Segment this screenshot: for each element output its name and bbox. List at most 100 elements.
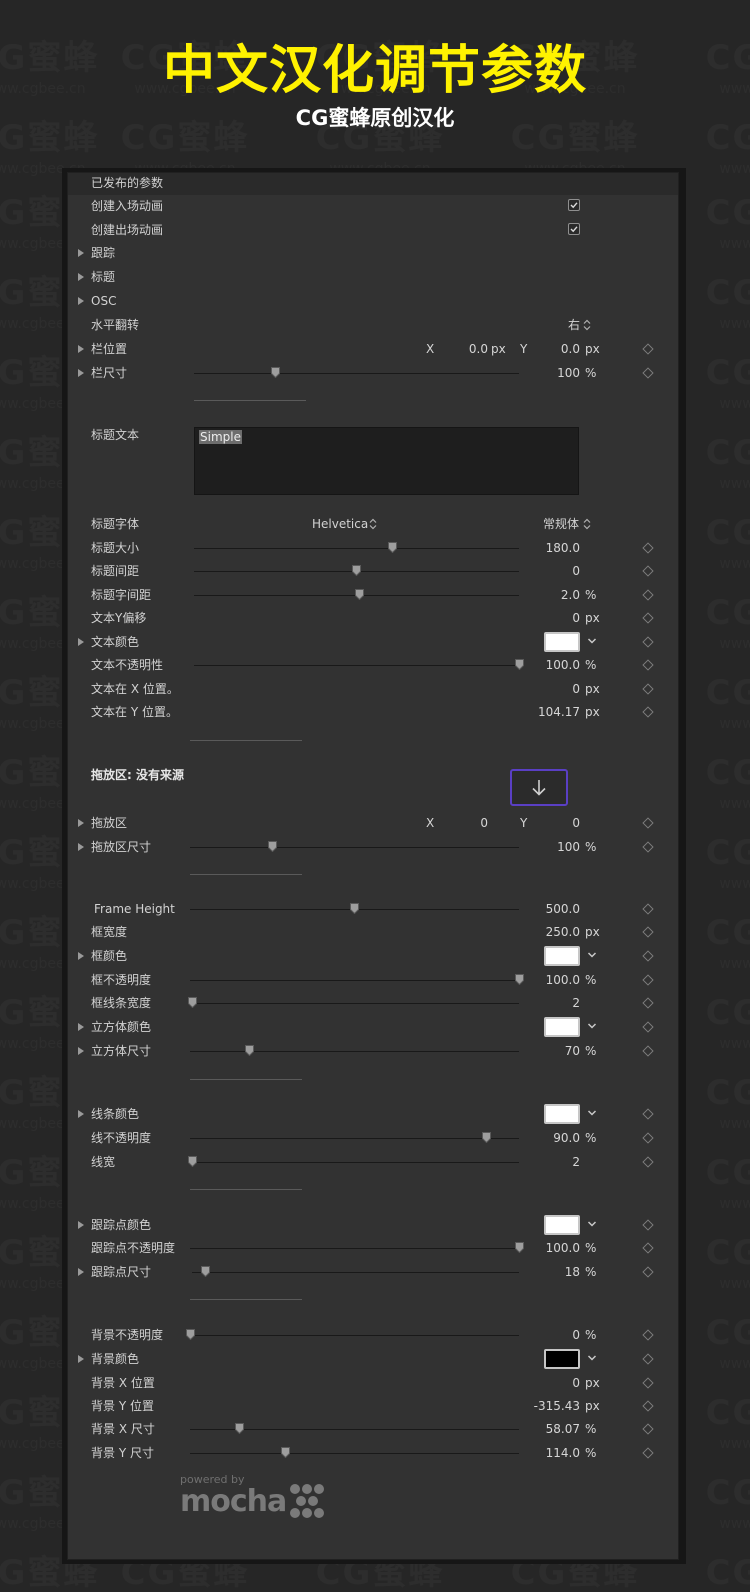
title-font-family-select[interactable]: Helvetica bbox=[312, 517, 368, 531]
frame-line-width-value[interactable]: 2 bbox=[528, 996, 580, 1010]
disclosure-triangle-icon[interactable] bbox=[78, 1110, 84, 1118]
line-width-value[interactable]: 2 bbox=[528, 1155, 580, 1169]
title-font-style-select[interactable]: 常规体 bbox=[543, 517, 579, 531]
updown-arrows-icon[interactable] bbox=[583, 319, 591, 331]
keyframe-diamond-icon[interactable] bbox=[642, 636, 654, 648]
title-text-value[interactable]: Simple bbox=[199, 430, 242, 444]
chevron-down-icon[interactable] bbox=[587, 1354, 597, 1362]
frame-opacity-slider-thumb[interactable] bbox=[514, 974, 524, 985]
disclosure-triangle-icon[interactable] bbox=[78, 1221, 84, 1229]
keyframe-diamond-icon[interactable] bbox=[642, 1045, 654, 1057]
create-out-anim-checkbox[interactable] bbox=[568, 223, 580, 235]
bg-x-size-slider-thumb[interactable] bbox=[234, 1423, 244, 1434]
keyframe-diamond-icon[interactable] bbox=[642, 565, 654, 577]
keyframe-diamond-icon[interactable] bbox=[642, 343, 654, 355]
text-opacity-value[interactable]: 100.0 bbox=[528, 658, 580, 672]
keyframe-diamond-icon[interactable] bbox=[642, 659, 654, 671]
keyframe-diamond-icon[interactable] bbox=[642, 1329, 654, 1341]
updown-arrows-icon[interactable] bbox=[583, 518, 591, 530]
keyframe-diamond-icon[interactable] bbox=[642, 1219, 654, 1231]
keyframe-diamond-icon[interactable] bbox=[642, 974, 654, 986]
bg-x-pos-value[interactable]: 0 bbox=[528, 1376, 580, 1390]
cube-size-value[interactable]: 70 bbox=[528, 1044, 580, 1058]
text-color-swatch[interactable] bbox=[544, 632, 580, 652]
title-size-value[interactable]: 180.0 bbox=[528, 541, 580, 555]
bg-y-pos-value[interactable]: -315.43 bbox=[518, 1399, 580, 1413]
keyframe-diamond-icon[interactable] bbox=[642, 841, 654, 853]
keyframe-diamond-icon[interactable] bbox=[642, 997, 654, 1009]
keyframe-diamond-icon[interactable] bbox=[642, 1423, 654, 1435]
frame-line-width-slider-track[interactable] bbox=[192, 1003, 519, 1004]
keyframe-diamond-icon[interactable] bbox=[642, 1353, 654, 1365]
disclosure-triangle-icon[interactable] bbox=[78, 1047, 84, 1055]
disclosure-triangle-icon[interactable] bbox=[78, 843, 84, 851]
updown-arrows-icon[interactable] bbox=[369, 518, 377, 530]
keyframe-diamond-icon[interactable] bbox=[642, 1447, 654, 1459]
keyframe-diamond-icon[interactable] bbox=[642, 1156, 654, 1168]
disclosure-triangle-icon[interactable] bbox=[78, 1355, 84, 1363]
track-point-size-slider-thumb[interactable] bbox=[200, 1266, 210, 1277]
frame-line-width-slider-thumb[interactable] bbox=[187, 997, 197, 1008]
keyframe-diamond-icon[interactable] bbox=[642, 1242, 654, 1254]
text-opacity-slider-thumb[interactable] bbox=[514, 659, 524, 670]
frame-color-swatch[interactable] bbox=[544, 946, 580, 966]
cube-size-slider-track[interactable] bbox=[190, 1051, 519, 1052]
keyframe-diamond-icon[interactable] bbox=[642, 1377, 654, 1389]
bg-color-swatch[interactable] bbox=[544, 1349, 580, 1369]
keyframe-diamond-icon[interactable] bbox=[642, 950, 654, 962]
keyframe-diamond-icon[interactable] bbox=[642, 589, 654, 601]
bg-opacity-value[interactable]: 0 bbox=[528, 1328, 580, 1342]
disclosure-triangle-icon[interactable] bbox=[78, 952, 84, 960]
bar-position-y-value[interactable]: 0.0 bbox=[548, 342, 580, 356]
bg-x-size-value[interactable]: 58.07 bbox=[528, 1422, 580, 1436]
line-opacity-value[interactable]: 90.0 bbox=[528, 1131, 580, 1145]
chevron-down-icon[interactable] bbox=[587, 1022, 597, 1030]
bg-y-size-slider-track[interactable] bbox=[190, 1453, 519, 1454]
title-size-slider-track[interactable] bbox=[194, 548, 519, 549]
track-point-opacity-slider-thumb[interactable] bbox=[514, 1242, 524, 1253]
chevron-down-icon[interactable] bbox=[587, 1109, 597, 1117]
keyframe-diamond-icon[interactable] bbox=[642, 903, 654, 915]
keyframe-diamond-icon[interactable] bbox=[642, 1400, 654, 1412]
frame-width-value[interactable]: 250.0 bbox=[528, 925, 580, 939]
line-width-slider-thumb[interactable] bbox=[187, 1156, 197, 1167]
line-width-slider-track[interactable] bbox=[192, 1162, 519, 1163]
chevron-down-icon[interactable] bbox=[587, 1220, 597, 1228]
title-spacing-slider-thumb[interactable] bbox=[352, 565, 361, 576]
title-spacing-value[interactable]: 0 bbox=[528, 564, 580, 578]
text-y-pos-value[interactable]: 104.17 bbox=[518, 705, 580, 719]
title-tracking-slider-thumb[interactable] bbox=[355, 589, 365, 600]
disclosure-triangle-icon[interactable] bbox=[78, 297, 84, 305]
frame-height-slider-thumb[interactable] bbox=[350, 903, 359, 914]
disclosure-triangle-icon[interactable] bbox=[78, 1268, 84, 1276]
text-y-offset-value[interactable]: 0 bbox=[528, 611, 580, 625]
text-x-pos-value[interactable]: 0 bbox=[528, 682, 580, 696]
bg-opacity-slider-track[interactable] bbox=[190, 1335, 519, 1336]
bg-y-size-value[interactable]: 114.0 bbox=[528, 1446, 580, 1460]
disclosure-triangle-icon[interactable] bbox=[78, 249, 84, 257]
frame-height-value[interactable]: 500.0 bbox=[528, 902, 580, 916]
keyframe-diamond-icon[interactable] bbox=[642, 367, 654, 379]
keyframe-diamond-icon[interactable] bbox=[642, 683, 654, 695]
keyframe-diamond-icon[interactable] bbox=[642, 612, 654, 624]
keyframe-diamond-icon[interactable] bbox=[642, 1266, 654, 1278]
chevron-down-icon[interactable] bbox=[587, 951, 597, 959]
disclosure-triangle-icon[interactable] bbox=[78, 369, 84, 377]
track-point-color-swatch[interactable] bbox=[544, 1215, 580, 1235]
disclosure-triangle-icon[interactable] bbox=[78, 638, 84, 646]
line-color-swatch[interactable] bbox=[544, 1104, 580, 1124]
create-in-anim-checkbox[interactable] bbox=[568, 199, 580, 211]
drop-zone-size-value[interactable]: 100 bbox=[538, 840, 580, 854]
disclosure-triangle-icon[interactable] bbox=[78, 819, 84, 827]
frame-opacity-slider-track[interactable] bbox=[190, 980, 519, 981]
keyframe-diamond-icon[interactable] bbox=[642, 706, 654, 718]
title-size-slider-thumb[interactable] bbox=[387, 542, 397, 553]
line-opacity-slider-thumb[interactable] bbox=[481, 1132, 491, 1143]
drop-zone-x-value[interactable]: 0 bbox=[456, 816, 488, 830]
bar-position-x-value[interactable]: 0.0 bbox=[456, 342, 488, 356]
disclosure-triangle-icon[interactable] bbox=[78, 273, 84, 281]
keyframe-diamond-icon[interactable] bbox=[642, 1108, 654, 1120]
track-point-opacity-value[interactable]: 100.0 bbox=[528, 1241, 580, 1255]
drop-zone-size-slider-thumb[interactable] bbox=[267, 841, 277, 852]
drop-zone-y-value[interactable]: 0 bbox=[548, 816, 580, 830]
